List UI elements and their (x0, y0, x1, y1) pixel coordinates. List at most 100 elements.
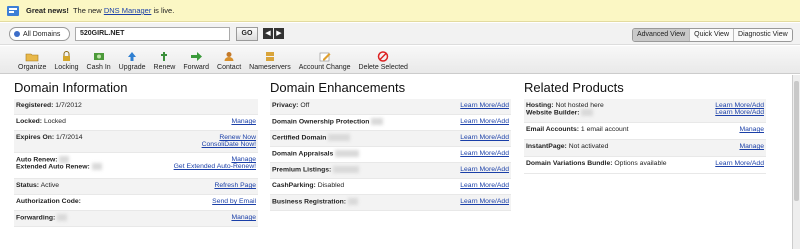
tab-quick-view[interactable]: Quick View (690, 29, 735, 41)
forwarding-label: Forwarding: (16, 214, 56, 222)
registered-label: Registered: (16, 102, 54, 109)
delete-icon (376, 51, 390, 62)
forwarding-manage-link[interactable]: Manage (231, 214, 256, 221)
domain-appraisals-row: Domain Appraisals Learn More/Add (270, 147, 511, 163)
notice-text-end: is live. (153, 6, 175, 15)
edit-icon (318, 51, 332, 62)
domain-appraisals-label: Domain Appraisals (272, 150, 334, 158)
ownership-learn-more-link[interactable]: Learn More/Add (460, 118, 509, 125)
contact-button[interactable]: Contact (217, 51, 241, 73)
vertical-scrollbar[interactable] (792, 75, 800, 249)
redacted-value (57, 214, 68, 221)
refresh-page-link[interactable]: Refresh Page (214, 182, 256, 189)
redacted-value (371, 118, 384, 125)
nameservers-label: Nameservers (249, 64, 291, 71)
cashparking-value: Disabled (317, 182, 345, 189)
premium-listings-row: Premium Listings: Learn More/Add (270, 163, 511, 179)
domain-information-panel: Domain Information Registered: 1/7/2012 … (14, 80, 258, 227)
domain-enhancements-title: Domain Enhancements (270, 80, 406, 95)
domain-bar: All Domains 520GIRL.NET GO ◀ ▶ Advanced … (0, 23, 800, 45)
get-extended-auto-renew-link[interactable]: Get Extended Auto-Renew! (174, 163, 256, 170)
next-arrow-icon[interactable]: ▶ (274, 28, 284, 39)
privacy-learn-more-link[interactable]: Learn More/Add (460, 102, 509, 109)
cashparking-row: CashParking: Disabled Learn More/Add (270, 179, 511, 195)
locked-manage-link[interactable]: Manage (231, 118, 256, 125)
redacted-value (333, 166, 360, 173)
forward-arrow-icon (189, 51, 203, 62)
renew-label: Renew (153, 64, 176, 71)
email-accounts-value: 1 email account (580, 126, 629, 133)
notice-text: The new (72, 6, 102, 15)
domain-variations-label: Domain Variations Bundle: (526, 160, 613, 167)
domain-enhancements-panel: Domain Enhancements Privacy: Off Learn M… (270, 80, 511, 211)
go-button[interactable]: GO (236, 27, 258, 41)
instantpage-label: InstantPage: (526, 143, 567, 150)
previous-arrow-icon[interactable]: ◀ (263, 28, 273, 39)
certified-domain-label: Certified Domain (272, 134, 327, 142)
renew-now-link[interactable]: Renew Now (219, 134, 256, 141)
organize-button[interactable]: Organize (18, 51, 46, 73)
locked-label: Locked: (16, 118, 43, 125)
status-row: Status: Active Refresh Page (14, 179, 258, 195)
lock-icon (59, 51, 73, 62)
cash-in-button[interactable]: Cash In (87, 51, 111, 73)
locked-value: Locked (43, 118, 66, 125)
scrollbar-thumb[interactable] (794, 81, 799, 201)
privacy-row: Privacy: Off Learn More/Add (270, 99, 511, 115)
forward-label: Forward (183, 64, 210, 71)
consolidate-now-link[interactable]: ConsoliDate Now! (202, 141, 256, 148)
locking-label: Locking (54, 64, 79, 71)
folder-icon (25, 51, 39, 62)
business-learn-more-link[interactable]: Learn More/Add (460, 198, 509, 205)
website-builder-learn-more-link[interactable]: Learn More/Add (715, 109, 764, 116)
forwarding-row: Forwarding: Manage (14, 211, 258, 227)
email-accounts-row: Email Accounts: 1 email account Manage (524, 123, 766, 140)
authorization-code-row: Authorization Code: Send by Email (14, 195, 258, 211)
redacted-value (335, 150, 360, 157)
nameservers-button[interactable]: Nameservers (249, 51, 291, 73)
upgrade-label: Upgrade (118, 64, 146, 71)
related-products-panel: Related Products Hosting: Not hosted her… (524, 80, 766, 174)
cashparking-learn-more-link[interactable]: Learn More/Add (460, 182, 509, 189)
email-manage-link[interactable]: Manage (739, 126, 764, 133)
instantpage-manage-link[interactable]: Manage (739, 143, 764, 150)
tab-diagnostic-view[interactable]: Diagnostic View (734, 29, 792, 41)
expires-label: Expires On: (16, 134, 55, 141)
registered-row: Registered: 1/7/2012 (14, 99, 258, 115)
variations-learn-more-link[interactable]: Learn More/Add (715, 160, 764, 167)
business-registration-label: Business Registration: (272, 198, 347, 206)
domain-variations-value: Options available (614, 160, 667, 167)
dns-manager-link[interactable]: DNS Manager (104, 6, 152, 15)
registered-value: 1/7/2012 (55, 102, 82, 109)
delete-selected-button[interactable]: Delete Selected (359, 51, 408, 73)
appraisals-learn-more-link[interactable]: Learn More/Add (460, 150, 509, 157)
auto-renew-row: Auto Renew: Extended Auto Renew: Manage … (14, 153, 258, 179)
account-change-button[interactable]: Account Change (299, 51, 351, 73)
redacted-value (91, 163, 102, 171)
instantpage-row: InstantPage: Not activated Manage (524, 140, 766, 157)
organize-label: Organize (18, 64, 47, 71)
certified-domain-row: Certified Domain Learn More/Add (270, 131, 511, 147)
locking-button[interactable]: Locking (54, 51, 79, 73)
domain-input[interactable]: 520GIRL.NET (75, 27, 230, 41)
expires-row: Expires On: 1/7/2014 Renew Now ConsoliDa… (14, 131, 258, 153)
send-by-email-link[interactable]: Send by Email (212, 198, 256, 205)
renew-button[interactable]: Renew (153, 51, 176, 73)
tab-advanced-view[interactable]: Advanced View (633, 29, 691, 41)
extended-auto-renew-label: Extended Auto Renew: (16, 163, 90, 171)
premium-learn-more-link[interactable]: Learn More/Add (460, 166, 509, 173)
account-change-label: Account Change (298, 64, 351, 71)
redacted-value (347, 198, 358, 205)
hosting-label: Hosting: (526, 102, 554, 109)
all-domains-button[interactable]: All Domains (9, 27, 70, 41)
website-builder-label: Website Builder: (526, 109, 580, 117)
certified-learn-more-link[interactable]: Learn More/Add (460, 134, 509, 141)
status-label: Status: (16, 182, 40, 189)
hosting-learn-more-link[interactable]: Learn More/Add (715, 102, 764, 109)
forward-button[interactable]: Forward (183, 51, 209, 73)
contact-label: Contact (217, 64, 242, 71)
domain-information-title: Domain Information (14, 80, 128, 95)
premium-listings-label: Premium Listings: (272, 166, 332, 174)
upgrade-button[interactable]: Upgrade (119, 51, 146, 73)
auto-renew-manage-link[interactable]: Manage (231, 156, 256, 163)
